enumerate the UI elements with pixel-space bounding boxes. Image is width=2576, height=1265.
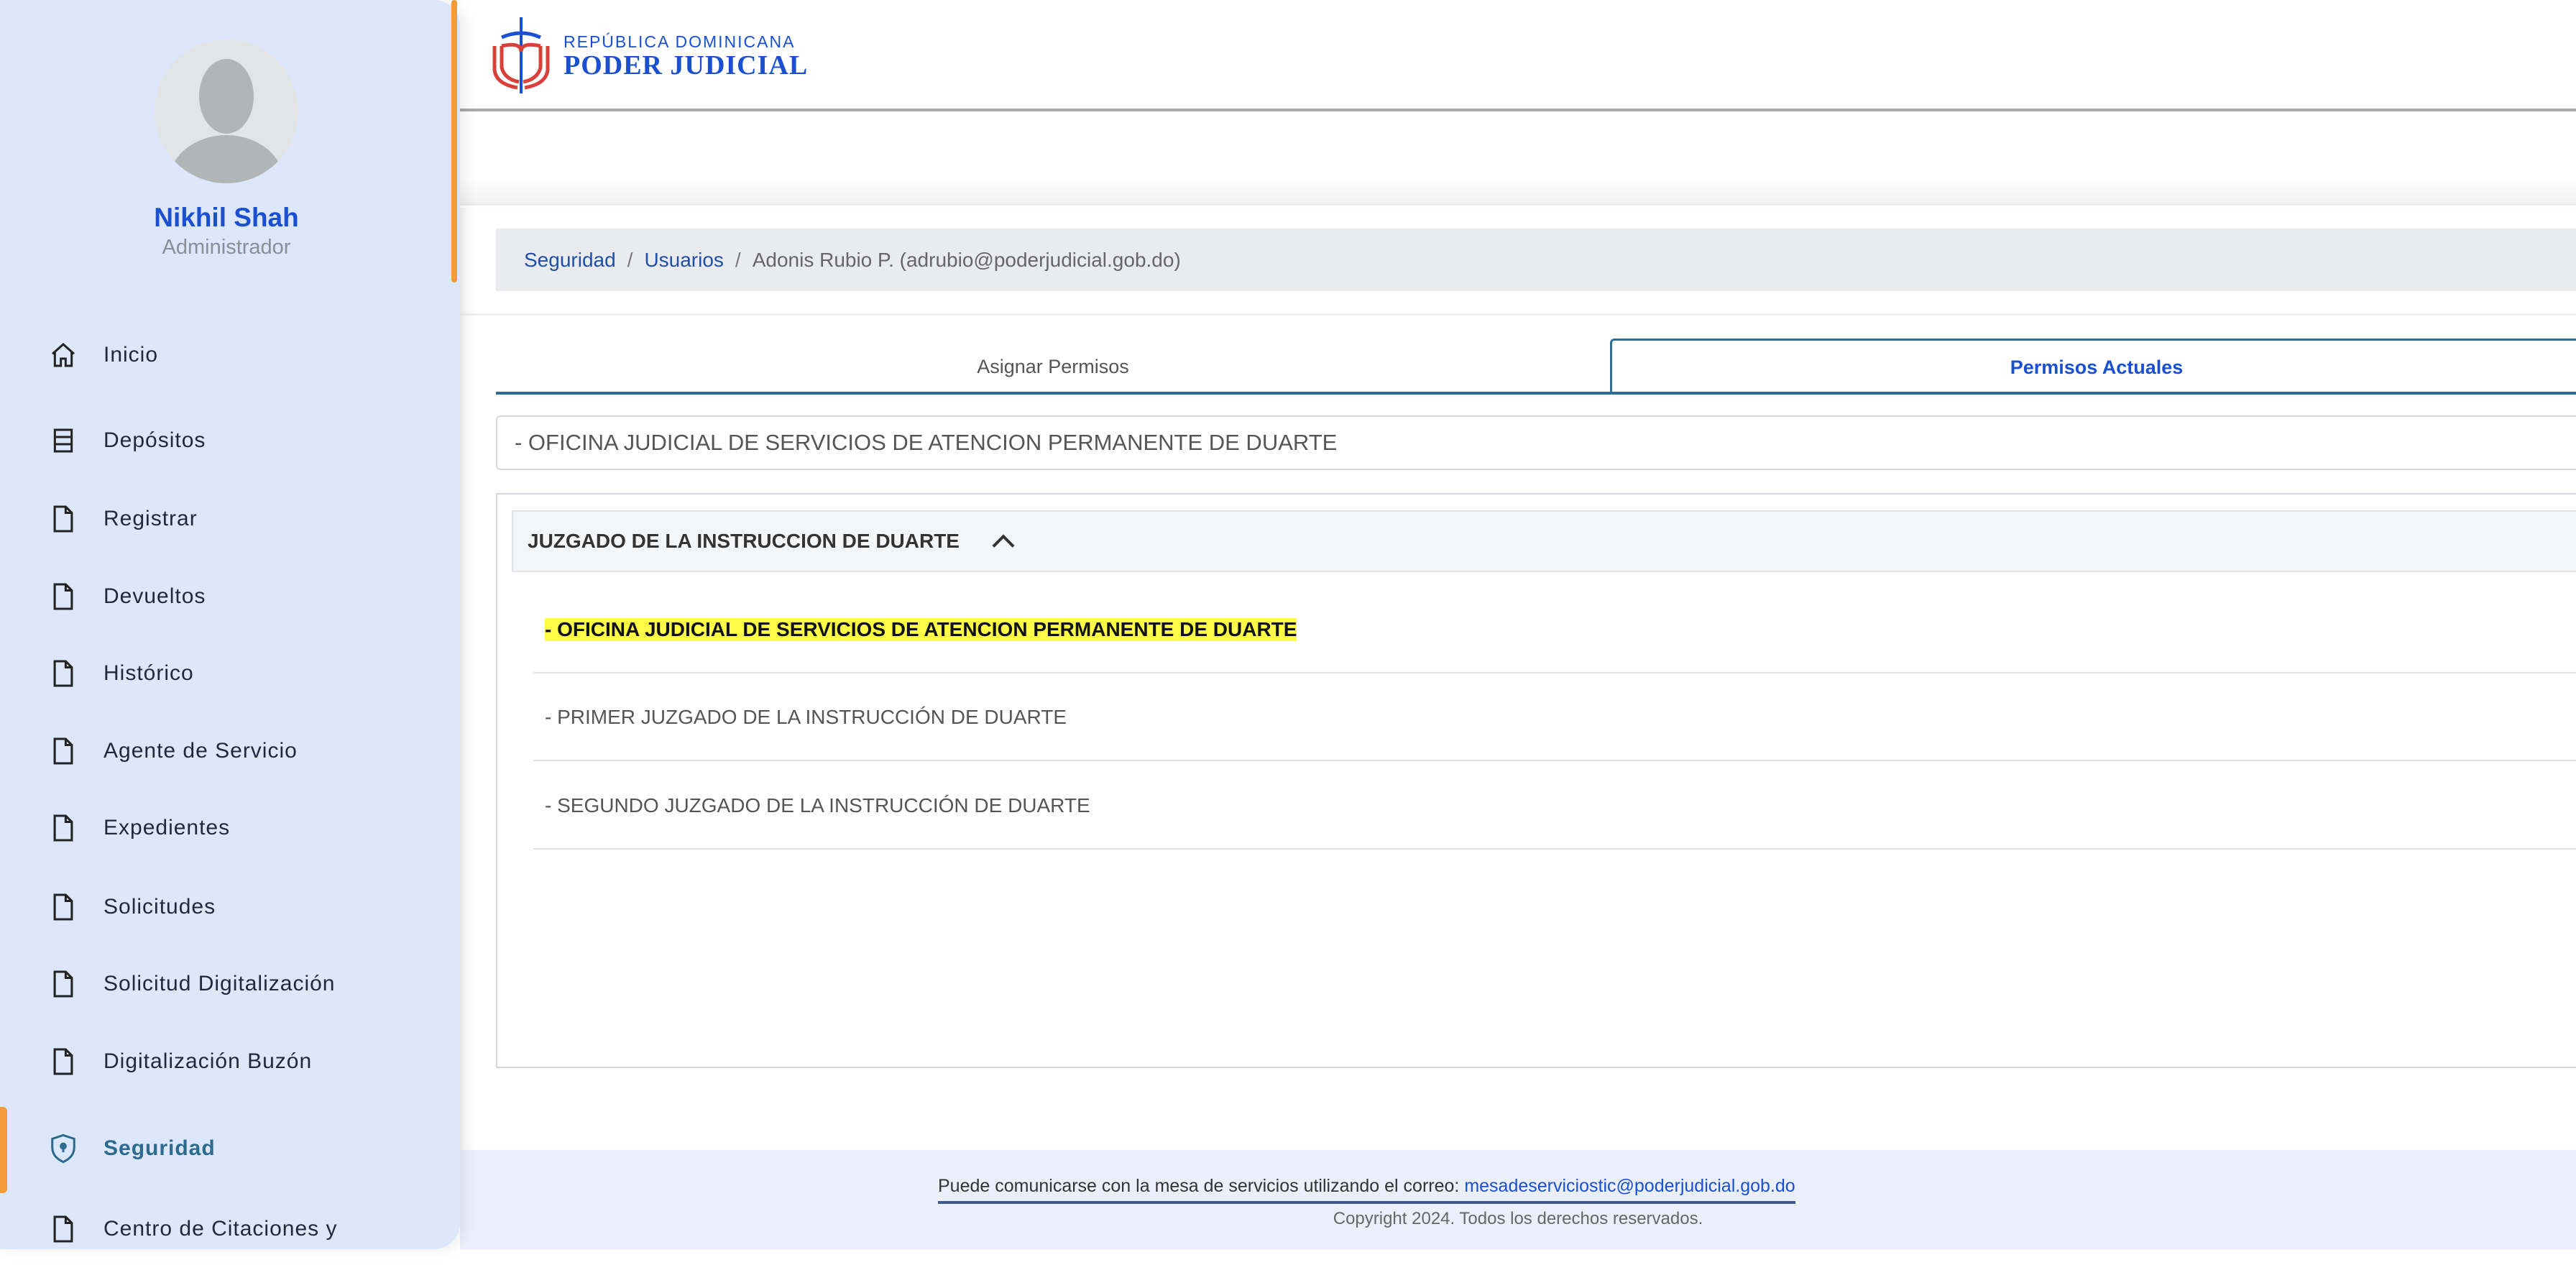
sidebar-item-label: Centro de Citaciones y (104, 1217, 338, 1241)
sidebar-item-label: Agente de Servicio (104, 739, 298, 763)
user-role: Administrador (162, 236, 291, 259)
sidebar-item-label: Inicio (104, 343, 159, 367)
logo-emblem-icon (492, 17, 550, 93)
breadcrumb-separator: / (627, 248, 633, 271)
sidebar-item-devueltos[interactable]: Devueltos (0, 561, 453, 632)
sidebar-item-registrar[interactable]: Registrar (0, 483, 453, 555)
user-name: Nikhil Shah (154, 203, 299, 232)
avatar (155, 40, 298, 183)
file-icon (49, 891, 78, 923)
sidebar-item-solicitud-digitalizacion[interactable]: Solicitud Digitalización (0, 948, 453, 1020)
sidebar-item-expedientes[interactable]: Expedientes (0, 792, 453, 864)
footer-contact-text: Puede comunicarse con la mesa de servici… (938, 1176, 1460, 1196)
file-icon (49, 1046, 78, 1077)
tab-asignar-permisos[interactable]: Asignar Permisos (496, 339, 1610, 395)
sidebar-item-label: Digitalización Buzón (104, 1049, 313, 1073)
sidebar-item-historico[interactable]: Histórico (0, 638, 453, 709)
file-icon (49, 812, 78, 844)
sidebar-item-label: Depósitos (104, 428, 206, 452)
home-icon (49, 339, 78, 371)
chevron-up-icon (992, 534, 1015, 557)
accordion-title: JUZGADO DE LA INSTRUCCION DE DUARTE (528, 530, 960, 552)
permissions-panel: JUZGADO DE LA INSTRUCCION DE DUARTE - OF… (496, 493, 2576, 1068)
file-icon (49, 658, 78, 689)
breadcrumb: Seguridad / Usuarios / Adonis Rubio P. (… (496, 229, 2576, 291)
footer: Puede comunicarse con la mesa de servici… (460, 1150, 2576, 1249)
footer-email-link[interactable]: mesadeserviciostic@poderjudicial.gob.do (1464, 1176, 1795, 1196)
list-item: - SEGUNDO JUZGADO DE LA INSTRUCCIÓN DE D… (533, 763, 2576, 850)
sidebar-item-label: Seguridad (104, 1136, 216, 1160)
file-icon (49, 503, 78, 535)
footer-contact: Puede comunicarse con la mesa de servici… (938, 1176, 1795, 1204)
header: REPÚBLICA DOMINICANA PODER JUDICIAL (460, 0, 2576, 111)
sidebar-item-depositos[interactable]: Depósitos (0, 405, 453, 477)
tabs: Asignar Permisos Permisos Actuales (496, 339, 2576, 395)
sidebar-item-label: Solicitud Digitalización (104, 972, 336, 995)
sidebar-item-seguridad[interactable]: Seguridad (0, 1107, 453, 1193)
footer-copyright: Copyright 2024. Todos los derechos reser… (1333, 1209, 1703, 1228)
sidebar-item-agente-de-servicio[interactable]: Agente de Servicio (0, 715, 453, 787)
sidebar-item-label: Expedientes (104, 816, 231, 840)
sidebar-item-label: Registrar (104, 507, 198, 530)
list-item: - PRIMER JUZGADO DE LA INSTRUCCIÓN DE DU… (533, 674, 2576, 761)
office-select[interactable]: - OFICINA JUDICIAL DE SERVICIOS DE ATENC… (496, 415, 2576, 470)
sidebar: Nikhil Shah Administrador Inicio Depósito… (0, 0, 460, 1249)
sidebar-item-digitalizacion-buzon[interactable]: Digitalización Buzón (0, 1026, 453, 1098)
sidebar-item-inicio[interactable]: Inicio (0, 319, 453, 391)
breadcrumb-separator: / (735, 248, 741, 271)
list-item: - OFICINA JUDICIAL DE SERVICIOS DE ATENC… (533, 586, 2576, 673)
list-item-label: - SEGUNDO JUZGADO DE LA INSTRUCCIÓN DE D… (545, 794, 1090, 816)
sidebar-item-label: Solicitudes (104, 895, 216, 919)
list-item-label: - PRIMER JUZGADO DE LA INSTRUCCIÓN DE DU… (545, 705, 1067, 728)
top-band (460, 114, 2576, 206)
file-icon (49, 581, 78, 612)
file-icon (49, 968, 78, 1000)
logo-line2: PODER JUDICIAL (564, 50, 809, 80)
breadcrumb-seguridad[interactable]: Seguridad (524, 249, 616, 272)
list-item-label: - OFICINA JUDICIAL DE SERVICIOS DE ATENC… (545, 617, 1297, 641)
breadcrumb-current: Adonis Rubio P. (adrubio@poderjudicial.g… (752, 248, 1181, 271)
sidebar-item-label: Devueltos (104, 584, 206, 608)
logo-line1: REPÚBLICA DOMINICANA (564, 32, 796, 51)
breadcrumb-usuarios[interactable]: Usuarios (644, 249, 723, 272)
file-icon (49, 1213, 78, 1245)
sidebar-scrollbar[interactable] (451, 0, 457, 282)
sidebar-item-centro-de-citaciones-y[interactable]: Centro de Citaciones y (0, 1193, 453, 1265)
file-icon (49, 735, 78, 767)
shield-icon (49, 1133, 78, 1164)
list-icon (49, 425, 78, 456)
tab-permisos-actuales[interactable]: Permisos Actuales (1610, 339, 2576, 395)
accordion-header[interactable]: JUZGADO DE LA INSTRUCCION DE DUARTE (512, 510, 2576, 572)
sidebar-item-solicitudes[interactable]: Solicitudes (0, 871, 453, 943)
poder-judicial-logo[interactable]: REPÚBLICA DOMINICANA PODER JUDICIAL (489, 16, 808, 95)
sidebar-item-label: Histórico (104, 661, 194, 685)
divider (460, 313, 2576, 316)
